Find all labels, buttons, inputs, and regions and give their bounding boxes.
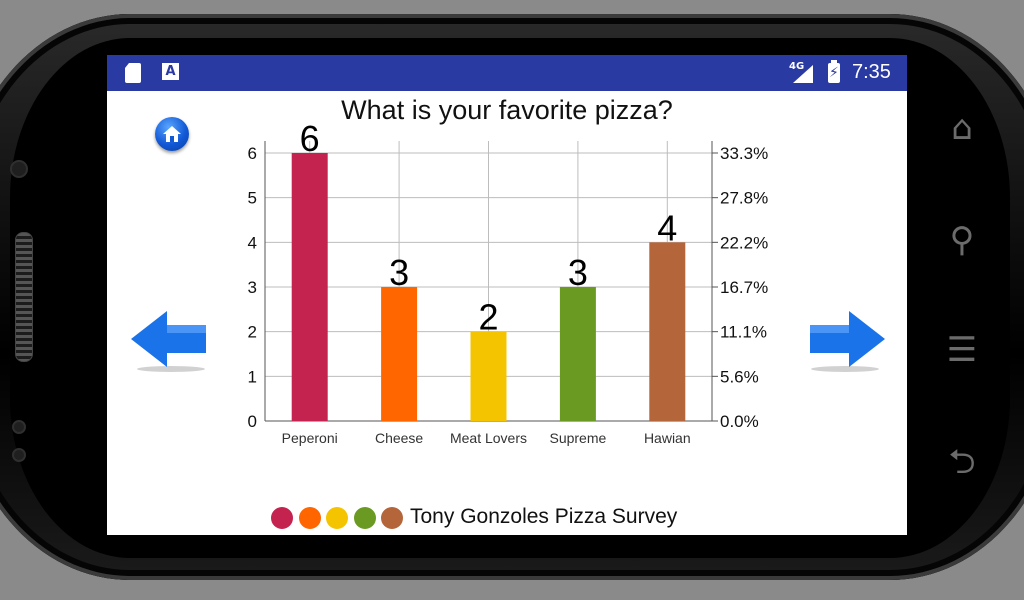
x-tick-label: Peperoni (282, 430, 338, 446)
bar-data-label: 2 (478, 297, 498, 338)
chart-bar (381, 287, 418, 421)
y2-tick-label: 33.3% (720, 144, 768, 163)
app-screen: A 4G ⚡ 7:35 What is your favorite pizza?… (107, 55, 907, 535)
legend-color-dot (381, 507, 403, 529)
y-tick-label: 4 (248, 233, 257, 252)
y2-tick-label: 22.2% (720, 233, 768, 252)
y2-tick-label: 5.6% (720, 367, 759, 386)
y-tick-label: 3 (248, 278, 257, 297)
x-tick-label: Cheese (375, 430, 423, 446)
chart-bar (470, 331, 507, 421)
bar-data-label: 3 (389, 252, 409, 293)
hw-home-key-icon[interactable]: ⌂ (940, 106, 984, 150)
x-tick-label: Supreme (549, 430, 606, 446)
y2-tick-label: 16.7% (720, 278, 768, 297)
x-tick-label: Meat Lovers (450, 430, 527, 446)
speaker-grille (15, 232, 33, 362)
camera-dot (10, 160, 28, 178)
y2-tick-label: 11.1% (720, 323, 767, 342)
chart-bar (559, 287, 596, 421)
y-tick-label: 6 (248, 144, 257, 163)
bar-data-label: 4 (657, 207, 677, 248)
hw-search-key-icon[interactable]: ⚲ (940, 218, 984, 262)
y2-tick-label: 27.8% (720, 189, 768, 208)
chart-bar (291, 153, 328, 421)
pizza-bar-chart: 0 1 2 3 4 5 6 0.0% 5.6% 11.1% 16.7% 22.2% 27.8% 33.3%… (248, 118, 769, 446)
y-tick-label: 1 (248, 367, 257, 386)
legend-color-dot (271, 507, 293, 529)
bar-data-label: 3 (568, 252, 588, 293)
hw-back-key-icon[interactable]: ⮌ (940, 440, 984, 484)
legend-color-dot (298, 507, 321, 529)
legend-color-dot (326, 507, 348, 529)
hw-menu-key-icon[interactable]: ☰ (940, 328, 984, 372)
sensor-dot (12, 420, 26, 434)
y-tick-label: 0 (248, 412, 257, 431)
bar-data-label: 6 (300, 118, 320, 159)
x-tick-label: Hawian (644, 430, 691, 446)
y2-tick-label: 0.0% (720, 412, 759, 431)
y-tick-label: 2 (248, 323, 257, 342)
sensor-dot (12, 448, 26, 462)
y-tick-label: 5 (248, 189, 257, 208)
legend-label: Tony Gonzoles Pizza Survey (410, 505, 678, 528)
legend-color-dot (353, 507, 376, 529)
chart-bar (649, 242, 686, 421)
